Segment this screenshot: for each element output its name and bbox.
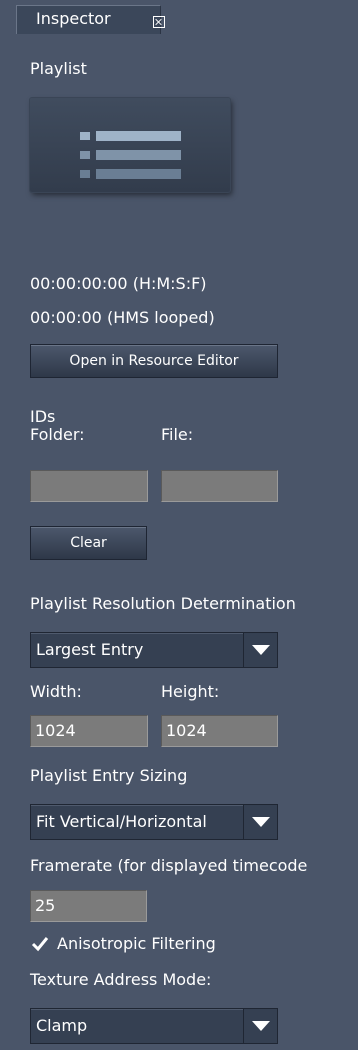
- tab-inspector[interactable]: Inspector: [16, 5, 165, 34]
- texture-address-selected: Clamp: [36, 1016, 88, 1035]
- height-label: Height:: [161, 682, 220, 701]
- chevron-down-icon[interactable]: [243, 1009, 277, 1043]
- playlist-thumbnail: [30, 98, 230, 192]
- resolution-selected: Largest Entry: [36, 640, 144, 659]
- tab-strip: Inspector: [0, 0, 358, 36]
- sizing-dropdown[interactable]: Fit Vertical/Horizontal: [30, 804, 278, 840]
- anisotropic-label[interactable]: Anisotropic Filtering: [57, 934, 216, 954]
- resolution-dropdown[interactable]: Largest Entry: [30, 632, 278, 668]
- ids-label: IDs: [30, 407, 56, 426]
- close-icon[interactable]: [153, 16, 165, 28]
- clear-button[interactable]: Clear: [30, 526, 147, 560]
- sizing-label: Playlist Entry Sizing: [30, 766, 188, 785]
- chevron-down-icon[interactable]: [243, 805, 277, 839]
- framerate-label: Framerate (for displayed timecode: [30, 856, 308, 875]
- timecode-hmsf: 00:00:00:00 (H:M:S:F): [30, 274, 207, 293]
- sizing-selected: Fit Vertical/Horizontal: [36, 812, 207, 831]
- height-field[interactable]: 1024: [161, 715, 278, 747]
- checkmark-icon: [31, 937, 49, 952]
- anisotropic-checkbox[interactable]: [31, 935, 49, 953]
- texture-address-dropdown[interactable]: Clamp: [30, 1008, 278, 1044]
- open-in-resource-editor-button[interactable]: Open in Resource Editor: [30, 344, 278, 378]
- tab-label: Inspector: [36, 9, 111, 28]
- playlist-icon: [80, 131, 181, 179]
- timecode-hms-looped: 00:00:00 (HMS looped): [30, 308, 215, 327]
- width-label: Width:: [30, 682, 82, 701]
- width-field[interactable]: 1024: [30, 715, 148, 747]
- section-title: Playlist: [30, 59, 87, 78]
- file-label: File:: [161, 425, 194, 444]
- folder-id-field[interactable]: [30, 470, 148, 502]
- folder-label: Folder:: [30, 425, 85, 444]
- resolution-label: Playlist Resolution Determination: [30, 594, 296, 613]
- framerate-field[interactable]: 25: [30, 890, 147, 922]
- file-id-field[interactable]: [161, 470, 278, 502]
- inspector-panel: Inspector Playlist 00:00:00:00 (H:M:S:F)…: [0, 0, 358, 1050]
- texture-address-label: Texture Address Mode:: [30, 970, 212, 989]
- chevron-down-icon[interactable]: [243, 633, 277, 667]
